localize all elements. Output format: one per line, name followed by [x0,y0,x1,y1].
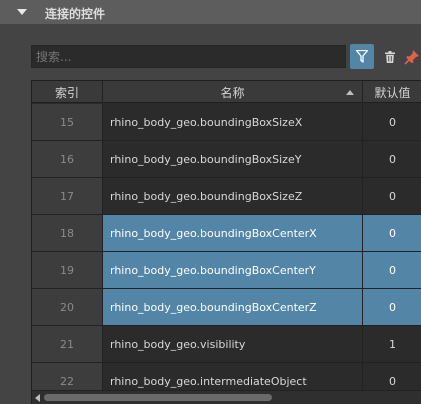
row-index: 17 [32,178,103,214]
column-header-index[interactable]: 索引 [32,81,103,103]
column-header-name[interactable]: 名称 [103,81,363,103]
row-default: 0 [363,104,421,140]
row-default: 0 [363,178,421,214]
row-index: 21 [32,326,103,362]
row-name: rhino_body_geo.boundingBoxSizeY [103,141,363,177]
table-row-selected[interactable]: 18 rhino_body_geo.boundingBoxCenterX 0 [32,215,421,252]
filter-icon [356,50,368,63]
row-default: 0 [363,363,421,390]
row-name: rhino_body_geo.visibility [103,326,363,362]
column-header-default[interactable]: 默认值 [363,81,421,103]
scroll-left-icon[interactable] [35,394,40,402]
row-default: 0 [363,289,421,325]
table-header: 索引 名称 默认值 [32,81,421,103]
row-default: 0 [363,252,421,288]
table-row[interactable]: 17 rhino_body_geo.boundingBoxSizeZ 0 [32,178,421,215]
table-row[interactable]: 21 rhino_body_geo.visibility 1 [32,326,421,363]
column-header-name-label: 名称 [220,85,245,100]
table-row[interactable]: 16 rhino_body_geo.boundingBoxSizeY 0 [32,141,421,178]
trash-icon [385,51,395,63]
panel-title: 连接的控件 [45,7,106,21]
search-toolbar [31,44,421,70]
pin-button[interactable] [403,47,421,67]
row-index: 18 [32,215,103,251]
horizontal-scrollbar[interactable] [32,390,421,404]
table-row[interactable]: 15 rhino_body_geo.boundingBoxSizeX 0 [32,104,421,141]
search-input[interactable] [31,45,346,68]
delete-button[interactable] [382,47,398,67]
row-name: rhino_body_geo.boundingBoxCenterZ [103,289,363,325]
table-row-selected[interactable]: 19 rhino_body_geo.boundingBoxCenterY 0 [32,252,421,289]
row-index: 16 [32,141,103,177]
scrollbar-thumb[interactable] [44,394,272,401]
row-index: 19 [32,252,103,288]
sort-ascending-icon [346,90,354,95]
connected-controls-table: 索引 名称 默认值 15 rhino_body_geo.boundingBoxS… [31,80,421,404]
filter-button[interactable] [350,44,374,69]
row-index: 22 [32,363,103,390]
table-row-selected[interactable]: 20 rhino_body_geo.boundingBoxCenterZ 0 [32,289,421,326]
row-name: rhino_body_geo.boundingBoxCenterY [103,252,363,288]
row-default: 0 [363,141,421,177]
row-default: 0 [363,215,421,251]
row-index: 20 [32,289,103,325]
table-row[interactable]: 22 rhino_body_geo.intermediateObject 0 [32,363,421,390]
row-default: 1 [363,326,421,362]
row-name: rhino_body_geo.boundingBoxCenterX [103,215,363,251]
table-body: 15 rhino_body_geo.boundingBoxSizeX 0 16 … [32,104,421,390]
row-index: 15 [32,104,103,140]
row-name: rhino_body_geo.boundingBoxSizeZ [103,178,363,214]
row-name: rhino_body_geo.intermediateObject [103,363,363,390]
row-name: rhino_body_geo.boundingBoxSizeX [103,104,363,140]
caret-down-icon[interactable] [17,9,27,15]
pin-icon [404,50,419,65]
panel-header[interactable]: 连接的控件 [0,0,421,24]
